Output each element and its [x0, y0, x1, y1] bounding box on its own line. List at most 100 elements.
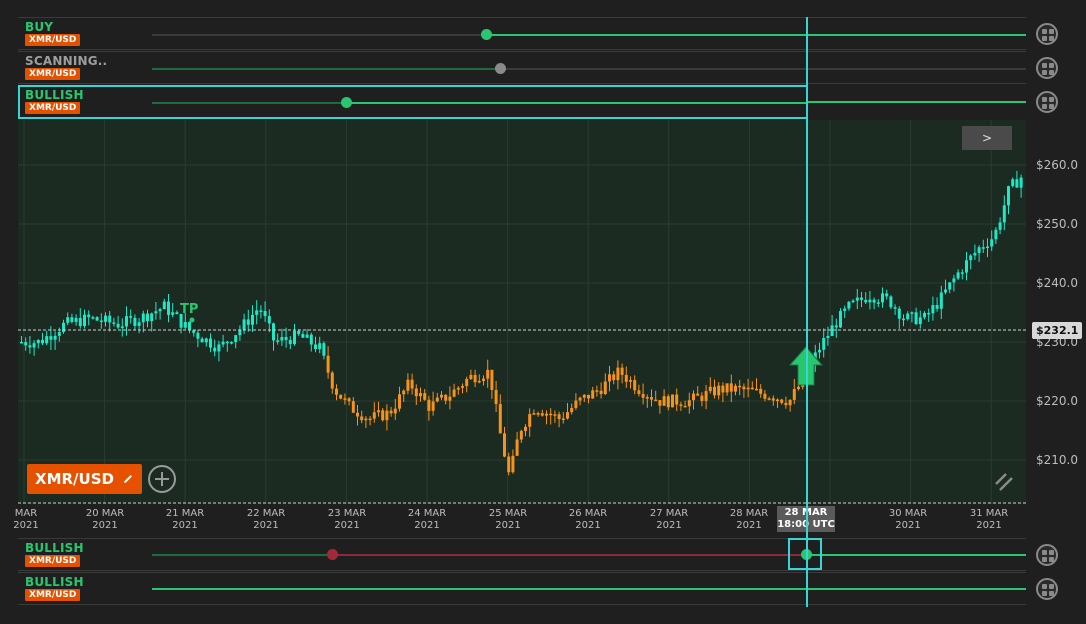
track-active: [486, 34, 1026, 36]
grid-menu-icon[interactable]: [1036, 578, 1058, 600]
candle-body: [654, 399, 658, 402]
track-active: [152, 588, 1026, 590]
candle-body: [498, 404, 502, 434]
candle-body: [721, 385, 725, 393]
candle-body: [650, 397, 653, 400]
candle-body: [477, 380, 481, 383]
track-bearish: [332, 554, 806, 556]
signal-dot-bearish[interactable]: [327, 549, 338, 560]
candle-body: [725, 383, 729, 393]
candle-body: [469, 374, 473, 379]
candle-body: [515, 439, 519, 456]
candle-body: [251, 314, 254, 325]
grid-menu-icon[interactable]: [1036, 544, 1058, 566]
candle-body: [175, 312, 179, 315]
candle-body: [503, 433, 506, 457]
plus-circle-icon[interactable]: [148, 465, 176, 493]
resize-handle-icon[interactable]: [992, 470, 1016, 494]
candle-body: [32, 343, 36, 348]
candle-body: [150, 313, 154, 322]
candle-body: [167, 301, 170, 315]
candle-body: [406, 379, 410, 391]
price-axis-label: $260.0: [1036, 158, 1078, 172]
candle-body: [545, 413, 548, 416]
candle-body: [536, 413, 540, 415]
candle-body: [213, 347, 217, 352]
signal-strip-bullish-selected[interactable]: BULLISH XMR/USD: [18, 85, 808, 119]
candle-body: [276, 340, 280, 342]
candle-body: [322, 343, 326, 356]
candle-body: [45, 336, 49, 344]
candle-body: [776, 399, 779, 402]
candle-body: [36, 339, 40, 344]
candle-body: [578, 397, 582, 401]
candle-body: [288, 339, 292, 345]
candle-body: [99, 320, 103, 323]
candle-body: [851, 300, 855, 303]
candle-body: [62, 322, 65, 333]
selected-signal-box[interactable]: [788, 538, 822, 570]
price-axis-label: $240.0: [1036, 276, 1078, 290]
signal-dot[interactable]: [341, 97, 352, 108]
candle-body: [784, 402, 788, 406]
candle-body: [599, 390, 603, 395]
candle-body: [582, 394, 586, 398]
candle-body: [309, 334, 313, 345]
candle-body: [830, 325, 834, 337]
candle-body: [204, 338, 208, 343]
signal-strip-scanning[interactable]: SCANNING.. XMR/USD: [18, 51, 1026, 84]
candle-body: [490, 369, 494, 390]
date-axis-label: 27 MAR 2021: [649, 508, 689, 531]
candle-body: [255, 310, 259, 315]
candle-body: [692, 393, 695, 401]
track-inactive: [152, 34, 486, 36]
grid-menu-icon[interactable]: [1036, 23, 1058, 45]
candle-body: [427, 399, 431, 411]
candle-body: [1002, 205, 1006, 223]
pencil-icon: [124, 475, 133, 483]
candle-body: [435, 397, 439, 402]
track-active: [346, 102, 808, 104]
grid-menu-icon[interactable]: [1036, 57, 1058, 79]
candle-body: [910, 312, 914, 314]
candle-body: [687, 400, 691, 407]
strip-label: BULLISH: [25, 541, 84, 555]
candle-body: [154, 311, 158, 314]
candle-body: [738, 385, 742, 388]
price-chart[interactable]: TP: [18, 120, 1026, 504]
candle-body: [965, 260, 968, 273]
candle-body: [952, 278, 956, 283]
signal-strip-buy[interactable]: BUY XMR/USD: [18, 17, 1026, 50]
candle-body: [461, 386, 464, 388]
candle-body: [818, 349, 821, 353]
candle-body: [969, 255, 973, 261]
candle-body: [645, 397, 649, 399]
strip-label: SCANNING..: [25, 54, 108, 68]
next-button[interactable]: >: [962, 126, 1012, 150]
candle-body: [708, 386, 712, 392]
signal-dot[interactable]: [481, 29, 492, 40]
candle-body: [629, 380, 632, 382]
grid-menu-icon[interactable]: [1036, 91, 1058, 113]
candle-body: [780, 399, 784, 403]
symbol-selector-button[interactable]: XMR/USD: [27, 464, 143, 494]
symbol-tag: XMR/USD: [25, 589, 81, 601]
candle-body: [402, 390, 406, 395]
signal-strip-bullish[interactable]: BULLISH XMR/USD: [18, 572, 1026, 605]
candle-body: [864, 299, 868, 303]
symbol-tag: XMR/USD: [25, 34, 81, 46]
candle-body: [717, 385, 721, 396]
symbol-tag: XMR/USD: [25, 68, 81, 80]
signal-dot[interactable]: [495, 63, 506, 74]
candle-body: [377, 410, 380, 413]
candle-body: [267, 316, 271, 324]
track-active-extension: [808, 101, 1026, 103]
candle-body: [53, 335, 57, 340]
candlestick-chart[interactable]: TP: [18, 120, 1026, 504]
candle-body: [221, 341, 225, 345]
candle-body: [95, 317, 99, 321]
candle-body: [284, 337, 288, 340]
time-cursor-line[interactable]: [806, 17, 808, 607]
candle-body: [146, 313, 149, 322]
signal-strip-bullish[interactable]: BULLISH XMR/USD: [18, 538, 1026, 571]
